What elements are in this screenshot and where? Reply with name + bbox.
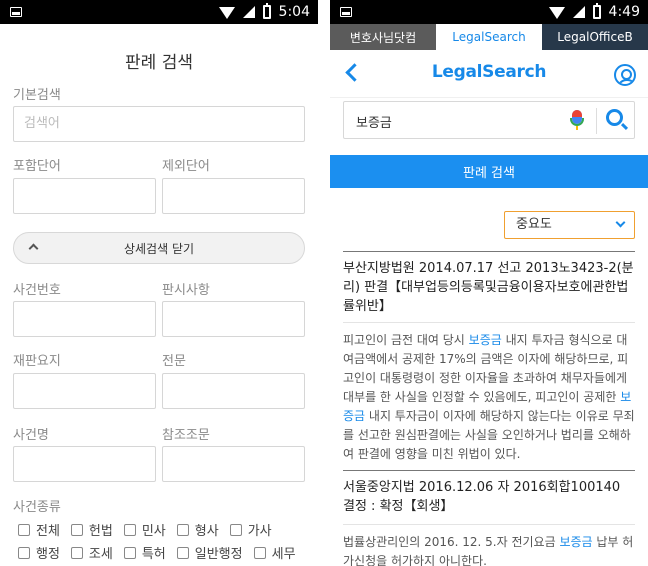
exclude-words-input[interactable] — [162, 178, 305, 214]
case-type-checkbox[interactable]: 특허 — [123, 543, 166, 562]
include-words-input[interactable] — [13, 178, 156, 214]
chevron-up-icon — [28, 243, 39, 254]
full-text-input[interactable] — [162, 373, 305, 409]
wifi-icon — [548, 7, 565, 19]
signal-icon — [572, 6, 585, 18]
case-type-checkbox[interactable]: 행정 — [18, 543, 60, 562]
case-name-label: 사건명 — [13, 428, 49, 443]
case-types-row-1: 전체 헌법 민사 형사 가사 — [18, 520, 283, 539]
sort-select[interactable]: 중요도 — [504, 211, 635, 239]
case-type-checkbox[interactable]: 형사 — [176, 520, 219, 539]
case-types-row-2: 행정 조세 특허 일반행정 세무 — [18, 543, 307, 562]
user-profile-icon[interactable] — [614, 64, 636, 86]
image-notification-icon — [10, 7, 22, 17]
left-screen: 5:04 판례 검색 기본검색 검색어 포함단어 제외단어 상세검색 닫기 사건… — [0, 0, 318, 566]
right-screen: 4:49 변호사님닷컴 LegalSearch LegalOfficeB Leg… — [330, 0, 648, 566]
divider — [343, 251, 635, 252]
search-divider — [596, 108, 597, 134]
screen-gap — [318, 0, 330, 566]
status-bar: 5:04 — [0, 0, 318, 24]
case-number-label: 사건번호 — [13, 283, 61, 298]
highlight-term: 보증금 — [559, 535, 593, 549]
status-bar: 4:49 — [330, 0, 648, 24]
battery-icon — [262, 3, 271, 19]
ref-articles-input[interactable] — [162, 446, 305, 482]
basic-search-label: 기본검색 — [13, 88, 61, 103]
exclude-words-label: 제외단어 — [162, 159, 210, 174]
divider — [343, 524, 635, 525]
status-time: 4:49 — [608, 4, 640, 20]
result-snippet: 법률상관리인의 2016. 12. 5.자 전기요금 보증금 납부 허가신청을 … — [343, 535, 634, 566]
detail-search-toggle-button[interactable]: 상세검색 닫기 — [13, 232, 305, 264]
highlight-term: 보증금 — [468, 333, 502, 347]
search-box[interactable]: 보증금 — [343, 101, 635, 139]
sort-selected-value: 중요도 — [516, 217, 552, 232]
status-time: 5:04 — [278, 4, 310, 20]
case-type-checkbox[interactable]: 헌법 — [70, 520, 113, 539]
app-bar: LegalSearch — [330, 50, 648, 98]
case-name-input[interactable] — [13, 446, 156, 482]
case-type-checkbox[interactable]: 전체 — [18, 520, 60, 539]
case-types-label: 사건종류 — [13, 500, 61, 515]
case-type-checkbox[interactable]: 민사 — [123, 520, 166, 539]
ref-articles-label: 참조조문 — [162, 428, 210, 443]
case-number-input[interactable] — [13, 301, 156, 337]
case-type-checkbox[interactable]: 세무 — [253, 543, 296, 562]
case-type-checkbox[interactable]: 조세 — [70, 543, 113, 562]
page-title: 판례 검색 — [125, 53, 193, 73]
divider — [343, 470, 635, 471]
full-text-label: 전문 — [162, 354, 186, 369]
logo: LegalSearch — [431, 62, 547, 82]
ruling-summary-label: 재판요지 — [13, 354, 61, 369]
result-snippet: 피고인이 금전 대여 당시 보증금 내지 투자금 형식으로 대여금액에서 공제한… — [343, 333, 635, 461]
case-search-button[interactable]: 판례 검색 — [330, 155, 648, 188]
case-type-checkbox[interactable]: 일반행정 — [176, 543, 243, 562]
image-notification-icon — [340, 7, 352, 17]
wifi-icon — [218, 7, 235, 19]
tab-legalofficeb[interactable]: LegalOfficeB — [542, 24, 648, 50]
basic-search-input[interactable]: 검색어 — [13, 106, 305, 142]
divider — [343, 322, 635, 323]
signal-icon — [242, 6, 255, 18]
tab-lawyer-dotcom[interactable]: 변호사님닷컴 — [330, 24, 436, 50]
site-tabs: 변호사님닷컴 LegalSearch LegalOfficeB — [330, 24, 648, 50]
result-title[interactable]: 서울중앙지법 2016.12.06 자 2016회합100140 결정 : 확정… — [343, 478, 635, 516]
result-title[interactable]: 부산지방법원 2014.07.17 선고 2013노3423-2(분리) 판결【… — [343, 259, 635, 316]
ruling-matters-label: 판시사항 — [162, 283, 210, 298]
search-icon[interactable] — [606, 109, 623, 126]
detail-search-toggle-label: 상세검색 닫기 — [123, 241, 195, 256]
case-type-checkbox[interactable]: 가사 — [229, 520, 272, 539]
ruling-summary-input[interactable] — [13, 373, 156, 409]
ruling-matters-input[interactable] — [162, 301, 305, 337]
include-words-label: 포함단어 — [13, 159, 61, 174]
tab-legalsearch[interactable]: LegalSearch — [436, 24, 542, 50]
search-input[interactable]: 보증금 — [356, 112, 392, 131]
battery-icon — [592, 3, 601, 19]
chevron-down-icon — [615, 217, 626, 228]
